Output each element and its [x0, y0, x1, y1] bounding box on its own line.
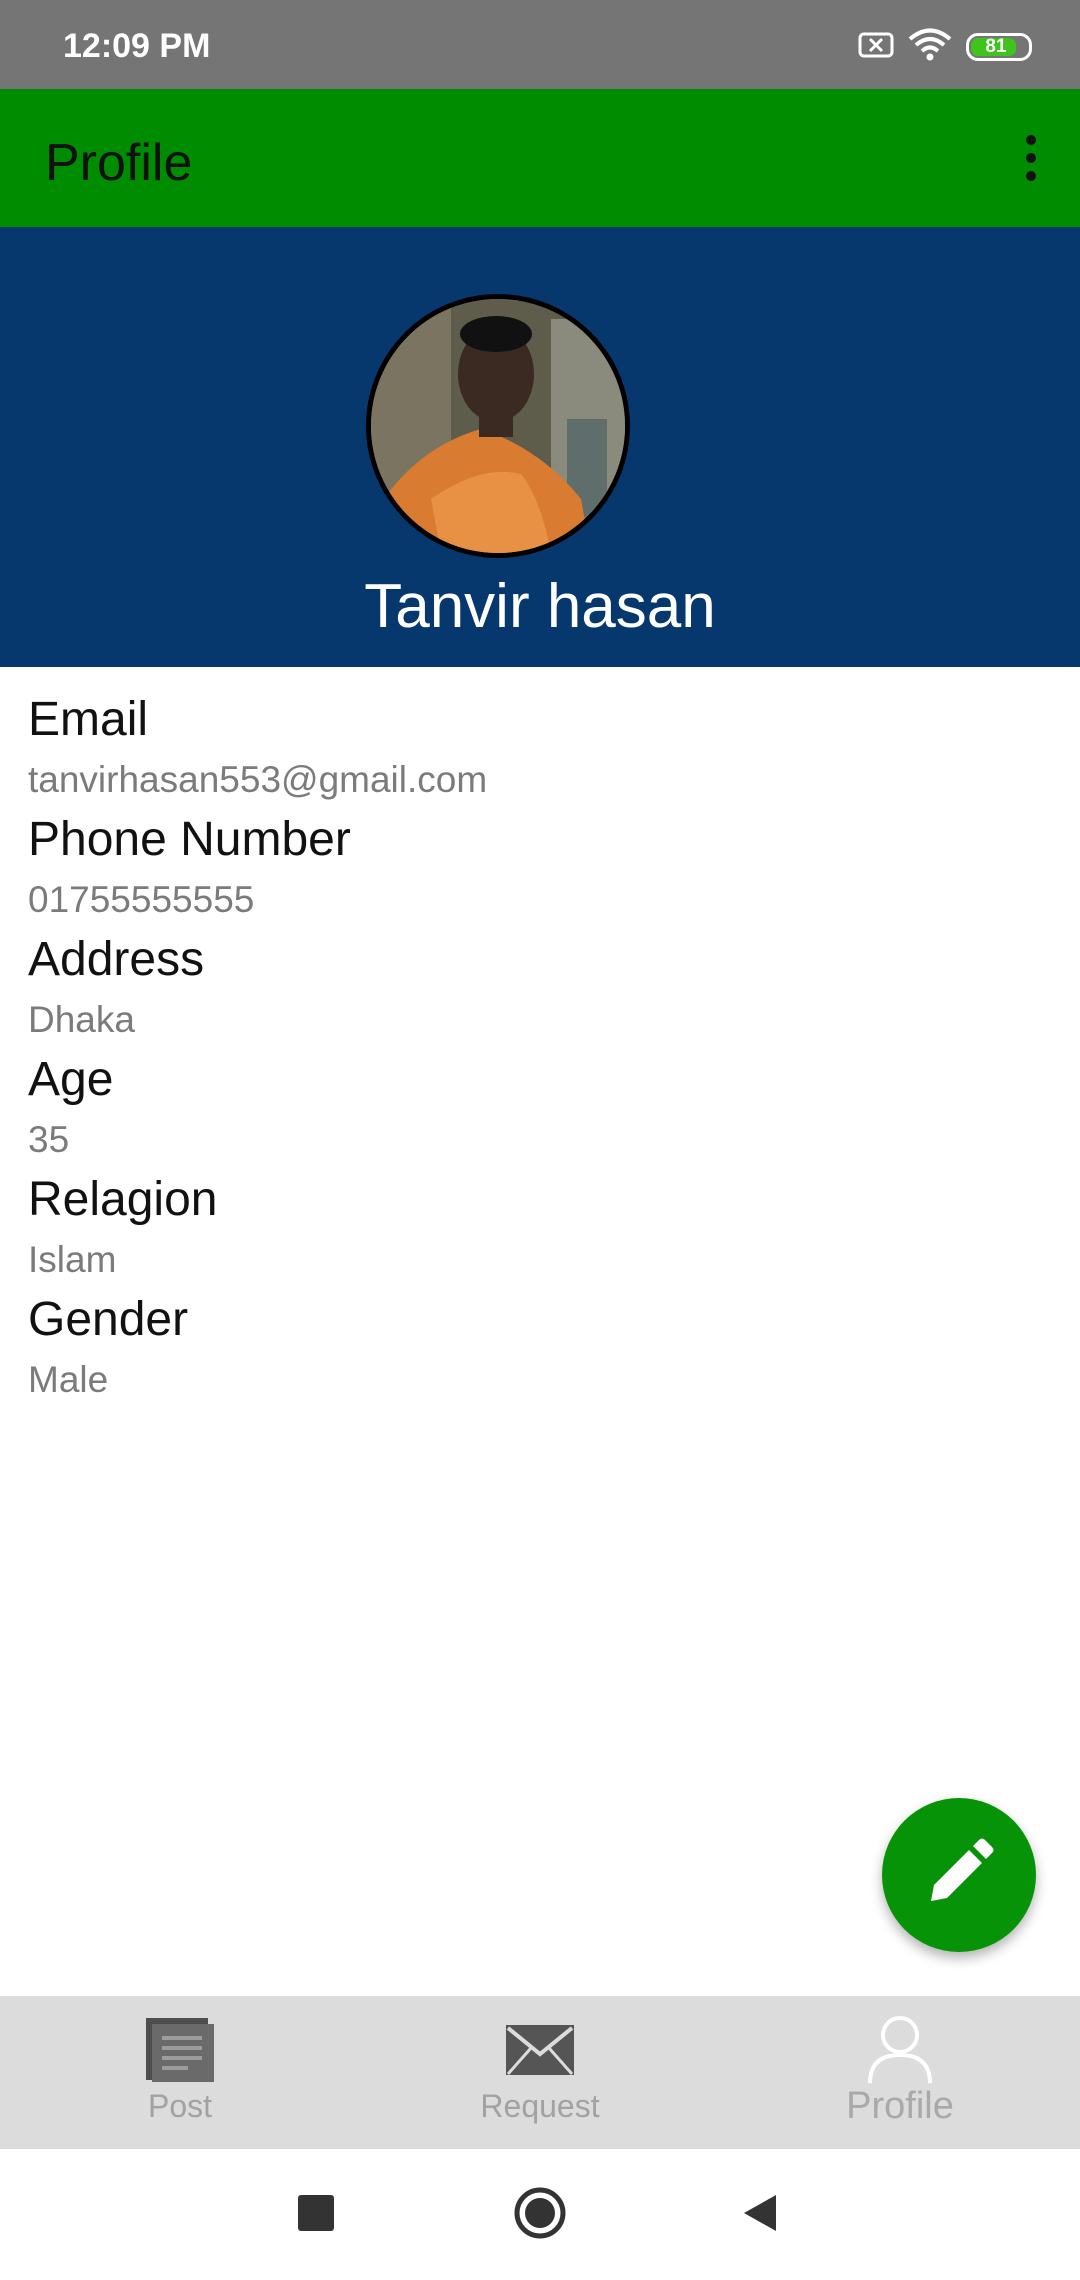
- back-triangle-icon: [742, 2193, 778, 2238]
- profile-name: Tanvir hasan: [364, 572, 716, 641]
- page-title: Profile: [45, 134, 193, 192]
- battery-icon: 81: [966, 33, 1032, 61]
- field-label: Relagion: [28, 1173, 218, 1226]
- field-value: tanvirhasan553@gmail.com: [28, 759, 488, 800]
- field-value: 01755555555: [28, 879, 255, 920]
- field-value: Male: [28, 1359, 109, 1400]
- home-button[interactable]: [502, 2177, 578, 2253]
- field-label: Gender: [28, 1293, 189, 1346]
- field-age: Age 35: [28, 1050, 1028, 1170]
- sim-error-icon: [858, 31, 894, 64]
- system-navigation-bar: [0, 2149, 1080, 2280]
- nav-item-request[interactable]: Request: [360, 1996, 720, 2149]
- field-label: Email: [28, 693, 149, 746]
- avatar[interactable]: [366, 294, 630, 558]
- nav-label: Post: [147, 2088, 213, 2124]
- post-icon: [144, 2014, 216, 2086]
- field-value: 35: [28, 1119, 70, 1160]
- battery-level: 81: [985, 36, 1007, 57]
- back-button[interactable]: [722, 2177, 798, 2253]
- wifi-icon: [908, 28, 952, 67]
- recents-button[interactable]: [278, 2177, 354, 2253]
- status-bar: 12:09 PM 81: [0, 0, 1080, 89]
- field-email: Email tanvirhasan553@gmail.com: [28, 690, 1028, 810]
- field-label: Phone Number: [28, 813, 351, 866]
- edit-pencil-icon: [923, 1837, 995, 1914]
- profile-details: Email tanvirhasan553@gmail.com Phone Num…: [28, 690, 1028, 1410]
- status-time: 12:09 PM: [63, 27, 211, 65]
- field-address: Address Dhaka: [28, 930, 1028, 1050]
- circle-icon: [514, 2187, 566, 2244]
- edit-profile-button[interactable]: [882, 1798, 1036, 1952]
- field-label: Age: [28, 1053, 114, 1106]
- field-label: Address: [28, 933, 205, 986]
- nav-item-post[interactable]: Post: [0, 1996, 360, 2149]
- status-icons: 81: [858, 26, 1032, 68]
- nav-item-profile[interactable]: Profile: [720, 1996, 1080, 2149]
- nav-label: Request: [480, 2088, 600, 2124]
- app-bar: Profile: [0, 89, 1080, 227]
- field-phone: Phone Number 01755555555: [28, 810, 1028, 930]
- nav-label: Profile: [846, 2085, 954, 2127]
- mail-icon: [505, 2014, 575, 2086]
- field-value: Islam: [28, 1239, 117, 1280]
- profile-header: Tanvir hasan: [0, 227, 1080, 667]
- more-vert-icon[interactable]: [996, 123, 1066, 193]
- field-value: Dhaka: [28, 999, 135, 1040]
- person-icon: [867, 2014, 933, 2086]
- field-religion: Relagion Islam: [28, 1170, 1028, 1290]
- bottom-navigation: Post Request Profile: [0, 1996, 1080, 2149]
- square-icon: [298, 2194, 334, 2236]
- field-gender: Gender Male: [28, 1290, 1028, 1410]
